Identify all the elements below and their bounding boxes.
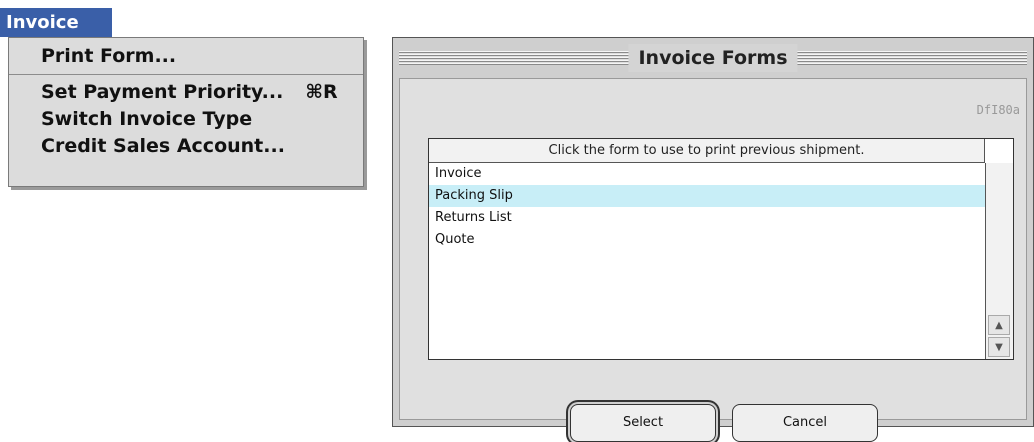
menu-title-invoice[interactable]: Invoice bbox=[0, 8, 112, 37]
menu-item-label: Credit Sales Account... bbox=[41, 135, 285, 157]
menu-item-print-form[interactable]: Print Form... bbox=[41, 45, 176, 67]
list-item[interactable]: Invoice bbox=[429, 163, 985, 185]
list-item[interactable]: Quote bbox=[429, 229, 985, 251]
list-item[interactable]: Returns List bbox=[429, 207, 985, 229]
list-scrollbar[interactable]: ▲ ▼ bbox=[985, 163, 1013, 359]
form-code: DfI80a bbox=[976, 103, 1020, 117]
cancel-button[interactable]: Cancel bbox=[732, 404, 878, 442]
menu-shortcut: ⌘R bbox=[305, 81, 338, 103]
menu-item-label: Switch Invoice Type bbox=[41, 108, 253, 130]
scroll-up-arrow-icon[interactable]: ▲ bbox=[988, 315, 1010, 335]
list-item-selected[interactable]: Packing Slip bbox=[429, 185, 985, 207]
menu-separator bbox=[9, 74, 363, 75]
list-rows: Invoice Packing Slip Returns List Quote bbox=[429, 163, 985, 359]
menu-item-label: Print Form... bbox=[41, 45, 177, 67]
invoice-menu: Print Form... Set Payment Priority... ⌘R … bbox=[8, 37, 364, 187]
list-header: Click the form to use to print previous … bbox=[429, 139, 985, 163]
dialog-title: Invoice Forms bbox=[628, 44, 798, 72]
forms-list: Click the form to use to print previous … bbox=[428, 138, 1014, 360]
menu-item-label: Set Payment Priority... bbox=[41, 81, 284, 103]
dialog-titlebar[interactable]: Invoice Forms bbox=[399, 44, 1027, 74]
scroll-down-arrow-icon[interactable]: ▼ bbox=[988, 337, 1010, 357]
select-button[interactable]: Select bbox=[570, 404, 716, 442]
menu-item-set-payment-priority[interactable]: Set Payment Priority... ⌘R bbox=[41, 81, 338, 103]
invoice-forms-dialog: Invoice Forms DfI80a Click the form to u… bbox=[392, 37, 1034, 442]
menu-item-credit-sales-account[interactable]: Credit Sales Account... bbox=[41, 135, 285, 157]
menu-item-switch-invoice-type[interactable]: Switch Invoice Type bbox=[41, 108, 252, 130]
dialog-body: DfI80a Click the form to use to print pr… bbox=[399, 78, 1027, 442]
